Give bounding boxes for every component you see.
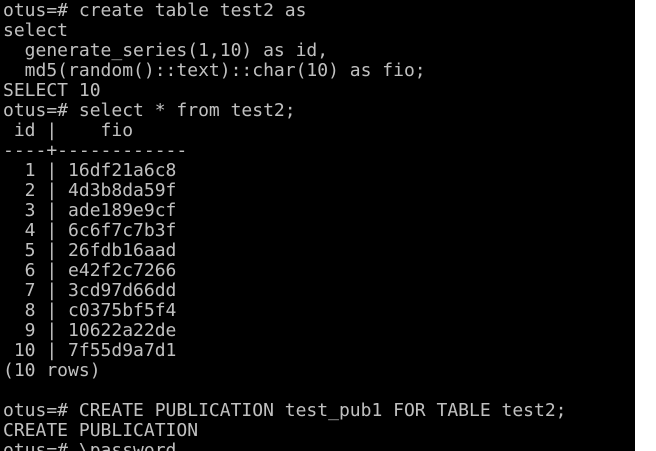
- table-row: 6 | e42f2c7266: [3, 260, 177, 281]
- row-count: (10 rows): [3, 360, 101, 381]
- table-row: 9 | 10622a22de: [3, 320, 177, 341]
- window-edge: [635, 0, 656, 451]
- terminal-window[interactable]: otus=# create table test2 as select gene…: [0, 0, 635, 451]
- command-prompt[interactable]: otus=# \password: [3, 441, 567, 451]
- table-row: 10 | 7f55d9a7d1: [3, 340, 177, 361]
- terminal-line: SELECT 10: [3, 80, 101, 101]
- table-row: 3 | ade189e9cf: [3, 200, 177, 221]
- table-row: 1 | 16df21a6c8: [3, 160, 177, 181]
- terminal-line: otus=# create table test2 as: [3, 0, 307, 21]
- table-row: 4 | 6c6f7c7b3f: [3, 220, 177, 241]
- terminal-line: select: [3, 20, 69, 41]
- table-separator: ----+------------: [3, 140, 188, 161]
- table-row: 2 | 4d3b8da59f: [3, 180, 177, 201]
- terminal-output: otus=# create table test2 as select gene…: [3, 1, 567, 451]
- terminal-line: generate_series(1,10) as id,: [3, 40, 329, 61]
- table-row: 7 | 3cd97d66dd: [3, 280, 177, 301]
- table-row: 8 | c0375bf5f4: [3, 300, 177, 321]
- terminal-line: md5(random()::text)::char(10) as fio;: [3, 60, 426, 81]
- terminal-line: otus=# select * from test2;: [3, 100, 296, 121]
- terminal-line: otus=# CREATE PUBLICATION test_pub1 FOR …: [3, 400, 567, 421]
- table-header: id | fio: [3, 120, 134, 141]
- terminal-line: CREATE PUBLICATION: [3, 420, 199, 441]
- table-row: 5 | 26fdb16aad: [3, 240, 177, 261]
